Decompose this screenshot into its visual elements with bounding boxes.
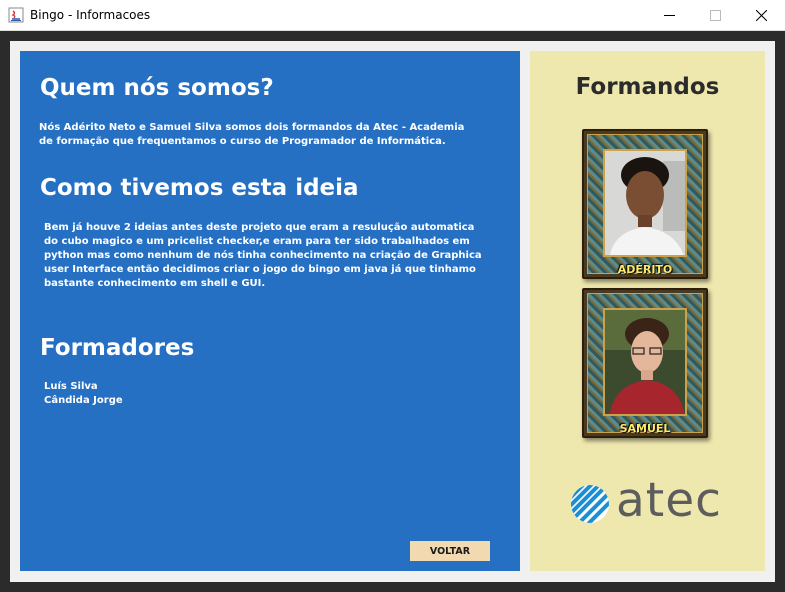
formador-name: Luís Silva — [44, 381, 98, 392]
portrait-samuel: SAMUEL — [582, 288, 708, 438]
formandos-panel: Formandos ADÉRITO SAMUEL atec — [530, 51, 765, 571]
aderito-photo — [603, 149, 687, 257]
person-photo-icon — [605, 151, 685, 255]
formandos-title: Formandos — [575, 74, 720, 100]
idea-text-line: python mas como nenhum de nós tinha conh… — [44, 250, 482, 261]
atec-logo-text: atec — [616, 473, 722, 528]
close-button[interactable] — [738, 0, 784, 31]
maximize-icon — [709, 10, 721, 21]
idea-text-line: do cubo magico e um pricelist checker,e … — [44, 236, 470, 247]
samuel-photo — [603, 308, 687, 416]
voltar-button[interactable]: VOLTAR — [410, 541, 490, 561]
idea-text-line: bastante conhecimento em shell e GUI. — [44, 278, 266, 289]
minimize-icon — [663, 15, 675, 16]
formador-name: Cândida Jorge — [44, 395, 123, 406]
java-app-icon — [8, 7, 24, 23]
maximize-button[interactable] — [692, 0, 738, 31]
idea-text-line: user Interface então decidimos criar o j… — [44, 264, 476, 275]
who-text-line-1: Nós Adérito Neto e Samuel Silva somos do… — [39, 122, 465, 133]
idea-text-line: Bem já houve 2 ideias antes deste projet… — [44, 222, 475, 233]
person-photo-icon — [605, 310, 685, 414]
minimize-button[interactable] — [646, 0, 692, 31]
samuel-caption: SAMUEL — [619, 422, 671, 435]
heading-idea: Como tivemos esta ideia — [40, 175, 359, 201]
heading-who-we-are: Quem nós somos? — [40, 75, 274, 101]
who-text-line-2: de formação que frequentamos o curso de … — [39, 136, 446, 147]
window-title: Bingo - Informacoes — [30, 8, 151, 22]
atec-logo: atec — [570, 473, 730, 528]
aderito-caption: ADÉRITO — [617, 263, 673, 276]
info-panel: Quem nós somos? Nós Adérito Neto e Samue… — [20, 51, 520, 571]
atec-logo-icon — [571, 485, 609, 523]
heading-formadores: Formadores — [40, 335, 195, 361]
window-titlebar: Bingo - Informacoes — [0, 0, 785, 31]
close-icon — [755, 10, 767, 21]
portrait-aderito: ADÉRITO — [582, 129, 708, 279]
